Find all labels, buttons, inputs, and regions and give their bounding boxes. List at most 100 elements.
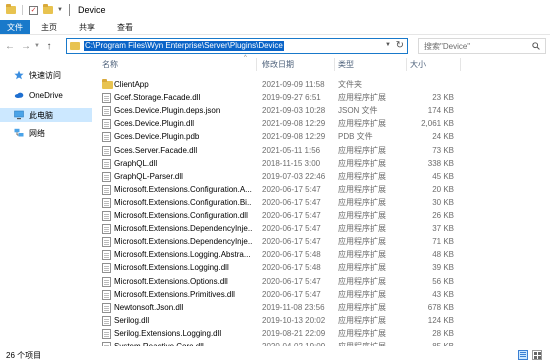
navigation-pane: 快速访问 OneDrive 此电脑 网络	[0, 56, 92, 346]
file-date: 2019-10-13 20:02	[262, 315, 326, 325]
file-type: 应用程序扩展	[338, 263, 386, 273]
sort-ascending-icon: ^	[244, 55, 247, 61]
file-type: 文件夹	[338, 80, 362, 89]
address-history-chevron-icon[interactable]: ▼	[385, 42, 391, 48]
file-size: 71 KB	[432, 237, 454, 247]
table-row[interactable]: GraphQL-Parser.dll 2019-07-03 22:46 应用程序扩展…	[92, 170, 550, 183]
file-name: Gces.Device.Plugin.pdb	[114, 132, 200, 142]
new-folder-icon[interactable]	[43, 4, 53, 14]
file-date: 2020-06-17 5:47	[262, 237, 321, 247]
file-date: 2020-06-17 5:47	[262, 289, 321, 299]
tab-home[interactable]: 主页	[30, 20, 68, 34]
table-row[interactable]: Microsoft.Extensions.DependencyInje... 20…	[92, 222, 550, 235]
refresh-icon[interactable]: ↻	[396, 40, 404, 51]
network-icon	[14, 128, 24, 137]
table-row[interactable]: Serilog.Extensions.Logging.dll 2019-08-21…	[92, 327, 550, 340]
table-row[interactable]: Microsoft.Extensions.Logging.dll 2020-06-…	[92, 261, 550, 274]
table-row[interactable]: Microsoft.Extensions.Logging.Abstra... 20…	[92, 248, 550, 261]
sidebar-item-onedrive[interactable]: OneDrive	[0, 88, 92, 102]
file-name: ClientApp	[114, 80, 149, 89]
table-row[interactable]: Gcef.Storage.Facade.dll 2019-09-27 6:51 应用…	[92, 91, 550, 104]
address-folder-icon	[70, 42, 80, 50]
file-size: 2,061 KB	[421, 119, 454, 129]
file-size: 338 KB	[427, 158, 454, 168]
file-size: 48 KB	[432, 250, 454, 260]
column-header-name[interactable]: 名称	[102, 59, 118, 71]
table-row[interactable]: Microsoft.Extensions.Configuration.dll 20…	[92, 209, 550, 222]
file-icon	[102, 145, 111, 156]
table-row[interactable]: Microsoft.Extensions.DependencyInje... 20…	[92, 235, 550, 248]
window-title: Device	[77, 5, 106, 15]
up-arrow-icon[interactable]: ↑	[43, 41, 55, 52]
tab-share[interactable]: 共享	[68, 20, 106, 34]
table-row[interactable]: Microsoft.Extensions.Configuration.A... 2…	[92, 183, 550, 196]
back-arrow-icon[interactable]: ←	[4, 41, 16, 52]
file-size: 174 KB	[427, 106, 454, 116]
file-icon	[102, 315, 111, 326]
address-input[interactable]: C:\Program Files\Wyn Enterprise\Server\P…	[66, 38, 408, 54]
search-icon[interactable]	[532, 42, 540, 50]
file-icon	[102, 158, 111, 169]
file-type: 应用程序扩展	[338, 145, 386, 155]
tab-file[interactable]: 文件	[0, 20, 30, 34]
file-size: 124 KB	[427, 315, 454, 325]
computer-icon	[14, 110, 24, 120]
column-header-date[interactable]: 修改日期	[262, 59, 294, 71]
forward-arrow-icon[interactable]: →	[20, 41, 32, 52]
column-header-row: ^ 名称 修改日期 类型 大小	[92, 55, 550, 72]
file-name: Microsoft.Extensions.Logging.dll	[114, 263, 229, 273]
column-separator[interactable]	[334, 58, 335, 71]
table-row[interactable]: Gces.Device.Plugin.deps.json 2021-09-03 1…	[92, 104, 550, 117]
file-icon	[102, 184, 111, 195]
cloud-icon	[14, 92, 24, 98]
file-name: GraphQL.dll	[114, 158, 158, 168]
table-row[interactable]: ClientApp 2021-09-09 11:58 文件夹	[92, 78, 550, 91]
table-row[interactable]: Serilog.dll 2019-10-13 20:02 应用程序扩展 124 KB	[92, 314, 550, 327]
quick-access-dropdown-icon[interactable]: ▼	[57, 7, 63, 13]
column-separator[interactable]	[256, 58, 257, 71]
table-row[interactable]: Gces.Device.Plugin.pdb 2021-09-08 12:29 PD…	[92, 130, 550, 143]
file-type: 应用程序扩展	[338, 197, 386, 207]
file-icon	[102, 197, 111, 208]
column-header-type[interactable]: 类型	[338, 59, 354, 71]
table-row[interactable]: Microsoft.Extensions.Options.dll 2020-06-…	[92, 275, 550, 288]
table-row[interactable]: Microsoft.Extensions.Primitives.dll 2020-…	[92, 288, 550, 301]
sidebar-item-network[interactable]: 网络	[0, 126, 92, 140]
file-date: 2019-07-03 22:46	[262, 171, 326, 181]
file-size: 45 KB	[432, 171, 454, 181]
properties-icon[interactable]: ✓	[29, 5, 38, 15]
sidebar-item-label: 网络	[29, 128, 45, 138]
file-icon	[102, 211, 111, 221]
file-size: 37 KB	[432, 224, 454, 234]
file-name: Newtonsoft.Json.dll	[114, 302, 184, 312]
recent-locations-chevron-icon[interactable]: ▼	[33, 43, 41, 49]
titlebar-divider	[68, 4, 70, 16]
file-date: 2020-06-17 5:48	[262, 263, 321, 273]
table-row[interactable]: GraphQL.dll 2018-11-15 3:00 应用程序扩展 338 KB	[92, 157, 550, 170]
large-icons-view-icon[interactable]	[532, 350, 542, 360]
file-icon	[102, 93, 111, 104]
column-separator[interactable]	[460, 58, 461, 71]
table-row[interactable]: Microsoft.Extensions.Configuration.Bi...…	[92, 196, 550, 209]
file-icon	[102, 276, 111, 287]
table-row[interactable]: Gces.Server.Facade.dll 2021-05-11 1:56 应用程…	[92, 144, 550, 157]
file-date: 2018-11-15 3:00	[262, 158, 321, 168]
details-view-icon[interactable]	[518, 350, 528, 360]
ribbon: 文件 主页 共享 查看	[0, 20, 550, 35]
file-date: 2021-05-11 1:56	[262, 145, 321, 155]
table-row[interactable]: Gces.Device.Plugin.dll 2021-09-08 12:29 应用…	[92, 117, 550, 130]
sidebar-item-quick-access[interactable]: 快速访问	[0, 68, 92, 82]
address-path[interactable]: C:\Program Files\Wyn Enterprise\Server\P…	[84, 41, 284, 51]
file-name: Serilog.dll	[114, 315, 150, 325]
address-toolbar: ← → ▼ ↑ C:\Program Files\Wyn Enterprise\…	[0, 36, 550, 56]
search-input[interactable]: 搜索"Device"	[418, 38, 546, 54]
file-date: 2020-06-17 5:47	[262, 224, 321, 234]
tab-view[interactable]: 查看	[106, 20, 144, 34]
column-header-size[interactable]: 大小	[410, 59, 426, 71]
file-date: 2021-09-08 12:29	[262, 119, 326, 129]
column-separator[interactable]	[406, 58, 407, 71]
file-date: 2019-11-08 23:56	[262, 302, 325, 312]
file-type: 应用程序扩展	[338, 289, 386, 299]
sidebar-item-this-pc[interactable]: 此电脑	[0, 108, 92, 122]
table-row[interactable]: Newtonsoft.Json.dll 2019-11-08 23:56 应用程序扩…	[92, 301, 550, 314]
